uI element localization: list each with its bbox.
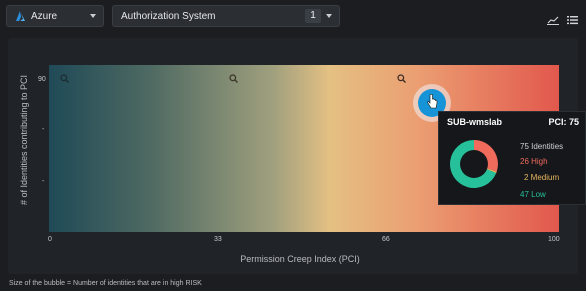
zoom-in-icon[interactable]	[229, 74, 238, 83]
bubble-size-footnote: Size of the bubble = Number of identitie…	[9, 280, 202, 287]
x-axis-label: Permission Creep Index (PCI)	[240, 254, 360, 264]
trend-chart-icon[interactable]	[547, 15, 559, 25]
x-tick-label: 100	[548, 236, 560, 243]
zoom-in-icon[interactable]	[397, 74, 406, 83]
tooltip-identities: 75 Identities	[520, 142, 564, 151]
cloud-dropdown-label: Azure	[31, 10, 58, 22]
list-view-icon[interactable]	[567, 15, 578, 25]
tooltip-low: 47 Low	[520, 190, 546, 199]
hand-cursor-icon	[427, 94, 438, 109]
chevron-down-icon	[90, 14, 96, 18]
x-tick-label: 66	[382, 236, 390, 243]
bubble-tooltip: SUB-wmslab PCI: 75 75 Identities 26 High…	[438, 111, 586, 205]
tooltip-high: 26 High	[520, 157, 548, 166]
tooltip-pci: PCI: 75	[548, 117, 579, 127]
y-tick-label: 90	[38, 76, 46, 83]
toolbar: Azure Authorization System 1	[0, 0, 586, 36]
x-tick-label: 33	[214, 236, 222, 243]
donut-slice-high	[474, 140, 498, 172]
risk-donut-chart	[449, 140, 498, 188]
zoom-in-icon[interactable]	[60, 74, 69, 83]
y-tick-mark: -	[42, 178, 45, 185]
tooltip-medium: 2 Medium	[524, 173, 560, 182]
cloud-dropdown[interactable]: Azure	[6, 5, 104, 27]
tooltip-title: SUB-wmslab	[447, 117, 503, 127]
azure-logo-icon	[16, 11, 25, 21]
authorization-system-count: 1	[305, 9, 321, 23]
y-tick-mark: -	[42, 126, 45, 133]
chevron-down-icon	[326, 14, 332, 18]
y-axis-label: # of Identities contributing to PCI	[19, 74, 29, 206]
authorization-system-label: Authorization System	[121, 10, 216, 22]
authorization-system-dropdown[interactable]: Authorization System 1	[112, 5, 340, 27]
x-tick-label: 0	[48, 236, 52, 243]
